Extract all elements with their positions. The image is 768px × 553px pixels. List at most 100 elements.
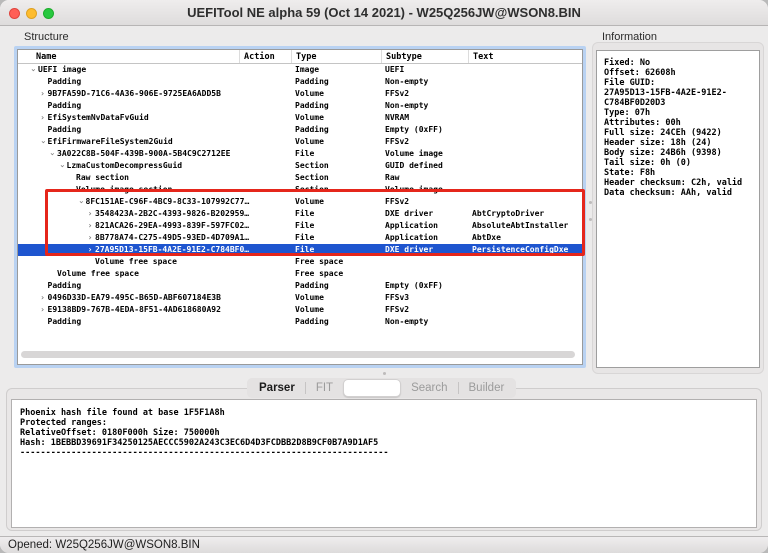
- tree-row[interactable]: ›3548423A-2B2C-4393-9826-B202959…FileDXE…: [18, 208, 582, 220]
- chevron-collapsed-icon[interactable]: ›: [38, 88, 48, 100]
- tree-item-action: [239, 124, 291, 136]
- tree-row[interactable]: ›UEFI imageImageUEFI: [18, 64, 582, 76]
- structure-tree: Name Action Type Subtype Text ›UEFI imag…: [14, 46, 586, 368]
- tree-row[interactable]: ›821ACA26-29EA-4993-839F-597FC02…FileApp…: [18, 220, 582, 232]
- tree-item-name: 0496D33D-EA79-495C-B65D-ABF607184E3B: [48, 292, 221, 304]
- chevron-collapsed-icon[interactable]: ›: [85, 208, 95, 220]
- tree-item-text: [468, 172, 582, 184]
- tree-row[interactable]: ›9B7FA59D-71C6-4A36-906E-9725EA6ADD5BVol…: [18, 88, 582, 100]
- tree-item-subtype: Non-empty: [381, 100, 468, 112]
- tree-item-action: [239, 64, 291, 76]
- tree-item-action: [239, 208, 291, 220]
- tree-item-type: Section: [291, 172, 381, 184]
- tree-item-action: [239, 148, 291, 160]
- tree-item-name: Volume free space: [95, 256, 177, 268]
- tree-row[interactable]: PaddingPaddingNon-empty: [18, 76, 582, 88]
- horizontal-scrollbar[interactable]: [21, 351, 575, 358]
- tree-row[interactable]: PaddingPaddingEmpty (0xFF): [18, 124, 582, 136]
- tab-builder[interactable]: Builder: [459, 378, 515, 398]
- tree-row[interactable]: PaddingPaddingNon-empty: [18, 316, 582, 328]
- tab-parser[interactable]: Parser: [249, 378, 305, 398]
- column-header-name[interactable]: Name: [18, 50, 239, 63]
- tree-item-action: [239, 220, 291, 232]
- tree-row[interactable]: ›0496D33D-EA79-495C-B65D-ABF607184E3BVol…: [18, 292, 582, 304]
- tree-row[interactable]: Volume free spaceFree space: [18, 256, 582, 268]
- chevron-collapsed-icon[interactable]: ›: [38, 292, 48, 304]
- tree-item-action: [239, 244, 291, 256]
- tree-item-subtype: DXE driver: [381, 244, 468, 256]
- tree-item-name: Padding: [48, 316, 82, 328]
- column-header-action[interactable]: Action: [239, 50, 291, 63]
- uefitool-window: UEFITool NE alpha 59 (Oct 14 2021) - W25…: [0, 0, 768, 553]
- tree-row[interactable]: Raw sectionSectionRaw: [18, 172, 582, 184]
- tree-item-text: [468, 196, 582, 208]
- tree-row[interactable]: PaddingPaddingNon-empty: [18, 100, 582, 112]
- tree-item-subtype: Non-empty: [381, 316, 468, 328]
- tab-selected-blank[interactable]: [343, 379, 401, 397]
- tab-fit[interactable]: FIT: [306, 378, 343, 398]
- tree-item-name: E9138BD9-767B-4EDA-8F51-4AD618680A92: [48, 304, 221, 316]
- chevron-expanded-icon[interactable]: ›: [75, 197, 87, 207]
- tree-item-action: [239, 88, 291, 100]
- structure-panel-label: Structure: [24, 31, 69, 43]
- tree-row-selected[interactable]: ›27A95D13-15FB-4A2E-91E2-C784BF0…FileDXE…: [18, 244, 582, 256]
- chevron-collapsed-icon[interactable]: ›: [85, 244, 95, 256]
- tree-item-type: File: [291, 244, 381, 256]
- column-header-type[interactable]: Type: [291, 50, 381, 63]
- chevron-expanded-icon[interactable]: ›: [37, 137, 49, 147]
- tree-row[interactable]: ›LzmaCustomDecompressGuidSectionGUID def…: [18, 160, 582, 172]
- column-header-subtype[interactable]: Subtype: [381, 50, 468, 63]
- chevron-collapsed-icon[interactable]: ›: [85, 220, 95, 232]
- tree-item-text: [468, 136, 582, 148]
- tree-item-type: File: [291, 208, 381, 220]
- tree-item-action: [239, 268, 291, 280]
- tree-row[interactable]: ›3A022C8B-504F-439B-900A-5B4C9C2712EEFil…: [18, 148, 582, 160]
- tree-item-text: [468, 268, 582, 280]
- chevron-expanded-icon[interactable]: ›: [56, 161, 68, 171]
- info-line: Attributes: 00h: [604, 118, 759, 128]
- tab-search[interactable]: Search: [401, 378, 457, 398]
- tree-item-text: AbsoluteAbtInstaller: [468, 220, 582, 232]
- tree-row[interactable]: ›8FC151AE-C96F-4BC9-8C33-107992C77…Volum…: [18, 196, 582, 208]
- parser-log-output[interactable]: Phoenix hash file found at base 1F5F1A8h…: [11, 399, 757, 528]
- chevron-expanded-icon[interactable]: ›: [46, 149, 58, 159]
- tree-item-subtype: Application: [381, 232, 468, 244]
- tree-item-text: [468, 124, 582, 136]
- tree-item-text: [468, 292, 582, 304]
- tree-row[interactable]: ›EfiFirmwareFileSystem2GuidVolumeFFSv2: [18, 136, 582, 148]
- info-line: Tail size: 0h (0): [604, 158, 759, 168]
- tree-row[interactable]: ›E9138BD9-767B-4EDA-8F51-4AD618680A92Vol…: [18, 304, 582, 316]
- vertical-splitter-handle[interactable]: [589, 218, 592, 221]
- tree-item-text: [468, 280, 582, 292]
- tree-item-action: [239, 280, 291, 292]
- info-line: Header checksum: C2h, valid: [604, 178, 759, 188]
- tree-item-text: [468, 148, 582, 160]
- tree-item-action: [239, 256, 291, 268]
- tree-row[interactable]: ›Volume image sectionSectionVolume image: [18, 184, 582, 196]
- chevron-collapsed-icon[interactable]: ›: [38, 112, 48, 124]
- status-text: Opened: W25Q256JW@WSON8.BIN: [8, 539, 200, 551]
- tree-column-headers[interactable]: Name Action Type Subtype Text: [18, 50, 582, 64]
- tree-item-name: LzmaCustomDecompressGuid: [67, 160, 183, 172]
- tree-row[interactable]: PaddingPaddingEmpty (0xFF): [18, 280, 582, 292]
- column-header-text[interactable]: Text: [468, 50, 582, 63]
- chevron-expanded-icon[interactable]: ›: [27, 65, 39, 75]
- tree-row[interactable]: Volume free spaceFree space: [18, 268, 582, 280]
- tree-item-action: [239, 232, 291, 244]
- tree-rows-container: ›UEFI imageImageUEFIPaddingPaddingNon-em…: [18, 64, 582, 364]
- tree-item-action: [239, 136, 291, 148]
- tree-item-subtype: Volume image: [381, 148, 468, 160]
- tree-row[interactable]: ›EfiSystemNvDataFvGuidVolumeNVRAM: [18, 112, 582, 124]
- horizontal-splitter-handle[interactable]: [383, 372, 386, 375]
- info-line: File GUID:: [604, 78, 759, 88]
- tree-row[interactable]: ›8B778A74-C275-49D5-93ED-4D709A1…FileApp…: [18, 232, 582, 244]
- vertical-splitter-handle[interactable]: [589, 201, 592, 204]
- chevron-collapsed-icon[interactable]: ›: [85, 232, 95, 244]
- chevron-collapsed-icon[interactable]: ›: [38, 304, 48, 316]
- chevron-expanded-icon[interactable]: ›: [65, 185, 77, 195]
- info-line: 27A95D13-15FB-4A2E-91E2-: [604, 88, 759, 98]
- tree-item-name: Volume image section: [76, 184, 172, 196]
- tree-item-name: Padding: [48, 76, 82, 88]
- tree-item-subtype: Raw: [381, 172, 468, 184]
- tree-item-action: [239, 292, 291, 304]
